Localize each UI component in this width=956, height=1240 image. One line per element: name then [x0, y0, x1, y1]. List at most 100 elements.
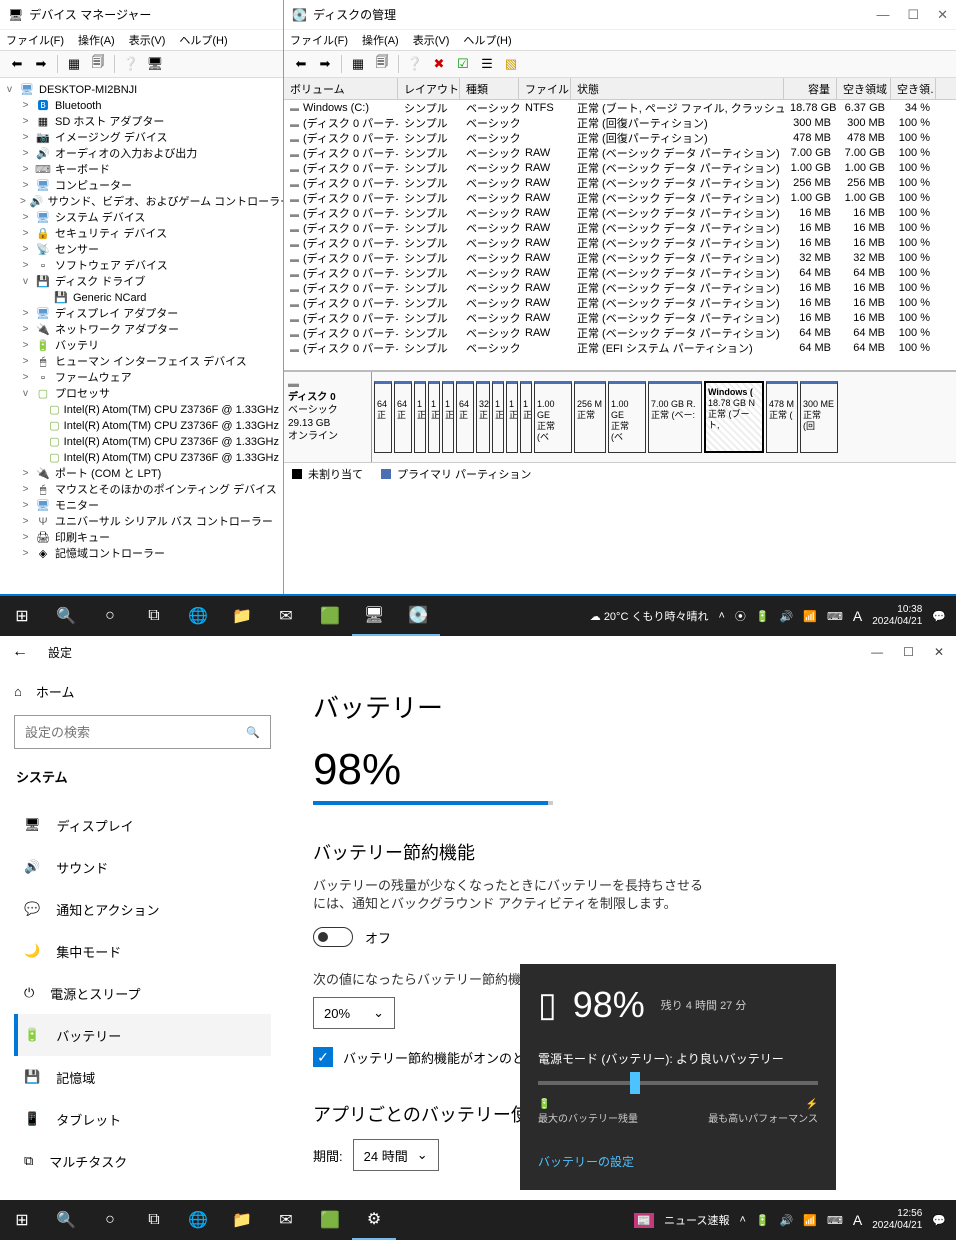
- tree-node[interactable]: >🖥ディスプレイ アダプター: [2, 306, 281, 322]
- close-button[interactable]: ✕: [934, 645, 944, 659]
- volume-row[interactable]: (ディスク 0 パーティショ…シンプルベーシック正常 (回復パーティション)47…: [284, 130, 956, 145]
- tree-node[interactable]: v▢プロセッサ: [2, 386, 281, 402]
- help-icon[interactable]: ❔: [404, 53, 426, 75]
- tree-node[interactable]: v💾ディスク ドライブ: [2, 274, 281, 290]
- tree-node[interactable]: >🖨印刷キュー: [2, 530, 281, 546]
- partition-box[interactable]: 1正: [492, 381, 504, 453]
- volume-row[interactable]: (ディスク 0 パーティショ…シンプルベーシックRAW正常 (ベーシック データ…: [284, 250, 956, 265]
- partition-box[interactable]: 7.00 GB R.正常 (ベー:: [648, 381, 702, 453]
- search-icon[interactable]: 🔍: [44, 1200, 88, 1240]
- clock[interactable]: 12:562024/04/21: [872, 1208, 922, 1232]
- maximize-button[interactable]: ☐: [903, 645, 914, 659]
- refresh-icon[interactable]: 🗐: [87, 53, 109, 75]
- forward-icon[interactable]: ➡: [30, 53, 52, 75]
- tree-node[interactable]: >⌨キーボード: [2, 162, 281, 178]
- volume-icon[interactable]: 🔊: [780, 610, 794, 623]
- nav-item[interactable]: 🔊サウンド: [14, 846, 271, 888]
- column-header[interactable]: 状態: [571, 78, 784, 99]
- tree-node[interactable]: >🔒セキュリティ デバイス: [2, 226, 281, 242]
- tree-node[interactable]: >Ψユニバーサル シリアル バス コントローラー: [2, 514, 281, 530]
- mail-icon[interactable]: ✉: [264, 596, 308, 636]
- menu-item[interactable]: ファイル(F): [290, 32, 348, 48]
- edge-icon[interactable]: 🌐: [176, 1200, 220, 1240]
- tree-root[interactable]: v🖥 DESKTOP-MI2BNJI: [2, 82, 281, 98]
- tree-node[interactable]: >🔊サウンド、ビデオ、およびゲーム コントローラー: [2, 194, 281, 210]
- volume-row[interactable]: (ディスク 0 パーティショ…シンプルベーシックRAW正常 (ベーシック データ…: [284, 220, 956, 235]
- list-icon[interactable]: ☰: [476, 53, 498, 75]
- nav-item[interactable]: 🖥ディスプレイ: [14, 804, 271, 846]
- app-icon[interactable]: 🟩: [308, 596, 352, 636]
- tree-node[interactable]: 💾Generic NCard: [2, 290, 281, 306]
- volume-row[interactable]: (ディスク 0 パーティショ…シンプルベーシックRAW正常 (ベーシック データ…: [284, 325, 956, 340]
- partition-box[interactable]: 64正: [394, 381, 412, 453]
- volume-row[interactable]: (ディスク 0 パーティショ…シンプルベーシックRAW正常 (ベーシック データ…: [284, 310, 956, 325]
- minimize-button[interactable]: —: [876, 7, 889, 23]
- forward-icon[interactable]: ➡: [314, 53, 336, 75]
- partition-box[interactable]: 300 ME正常 (回: [800, 381, 838, 453]
- tree-node[interactable]: >🔊オーディオの入力および出力: [2, 146, 281, 162]
- volume-row[interactable]: (ディスク 0 パーティショ…シンプルベーシックRAW正常 (ベーシック データ…: [284, 265, 956, 280]
- devmgr-task-icon[interactable]: 🖥: [352, 596, 396, 636]
- tree-node[interactable]: ▢Intel(R) Atom(TM) CPU Z3736F @ 1.33GHz: [2, 418, 281, 434]
- show-hidden-icon[interactable]: ▦: [63, 53, 85, 75]
- keyboard-icon[interactable]: ⌨: [827, 1214, 843, 1227]
- tree-node[interactable]: >🅱Bluetooth: [2, 98, 281, 114]
- search-icon[interactable]: 🔍: [44, 596, 88, 636]
- tree-node[interactable]: >▦SD ホスト アダプター: [2, 114, 281, 130]
- menu-item[interactable]: 表示(V): [129, 32, 166, 48]
- partition-box[interactable]: 1正: [506, 381, 518, 453]
- partition-box[interactable]: 1.00 GE正常 (ベ: [608, 381, 646, 453]
- volume-row[interactable]: (ディスク 0 パーティショ…シンプルベーシックRAW正常 (ベーシック データ…: [284, 280, 956, 295]
- maximize-button[interactable]: ☐: [907, 7, 919, 23]
- cortana-icon[interactable]: ○: [88, 596, 132, 636]
- volume-icon[interactable]: 🔊: [780, 1214, 794, 1227]
- column-header[interactable]: レイアウト: [398, 78, 460, 99]
- scan-icon[interactable]: 🖥: [144, 53, 166, 75]
- tree-node[interactable]: >🖥コンピューター: [2, 178, 281, 194]
- battery-tray-icon[interactable]: 🔋: [756, 610, 770, 623]
- tree-node[interactable]: >▫ソフトウェア デバイス: [2, 258, 281, 274]
- nav-item[interactable]: 🌙集中モード: [14, 930, 271, 972]
- notifications-icon[interactable]: 💬: [932, 1214, 946, 1227]
- edge-icon[interactable]: 🌐: [176, 596, 220, 636]
- partition-box[interactable]: 1.00 GE正常 (ベ: [534, 381, 572, 453]
- menu-item[interactable]: ヘルプ(H): [179, 32, 227, 48]
- volume-row[interactable]: Windows (C:)シンプルベーシックNTFS正常 (ブート, ページ ファ…: [284, 100, 956, 115]
- column-header[interactable]: 空き領域: [837, 78, 891, 99]
- search-input[interactable]: [25, 725, 246, 740]
- tree-node[interactable]: >🔌ネットワーク アダプター: [2, 322, 281, 338]
- volume-list[interactable]: Windows (C:)シンプルベーシックNTFS正常 (ブート, ページ ファ…: [284, 100, 956, 370]
- taskview-icon[interactable]: ⧉: [132, 596, 176, 636]
- keyboard-icon[interactable]: ⌨: [827, 610, 843, 623]
- battery-settings-link[interactable]: バッテリーの設定: [538, 1153, 818, 1170]
- ime-indicator[interactable]: A: [853, 608, 862, 624]
- partition-box[interactable]: Windows (18.78 GB N正常 (ブート,: [704, 381, 764, 453]
- settings-task-icon[interactable]: ⚙: [352, 1200, 396, 1240]
- tree-node[interactable]: >🖥モニター: [2, 498, 281, 514]
- disk-label[interactable]: ディスク 0 ベーシック 29.13 GB オンライン: [284, 372, 372, 462]
- back-button[interactable]: ←: [12, 643, 28, 661]
- properties-icon[interactable]: ☑: [452, 53, 474, 75]
- grid-icon[interactable]: ▦: [347, 53, 369, 75]
- column-header[interactable]: 容量: [784, 78, 837, 99]
- battery-tray-icon[interactable]: 🔋: [756, 1214, 770, 1227]
- tree-node[interactable]: >🖱ヒューマン インターフェイス デバイス: [2, 354, 281, 370]
- app-icon[interactable]: 🟩: [308, 1200, 352, 1240]
- weather-widget[interactable]: ☁ 20°C くもり時々晴れ: [590, 608, 709, 624]
- volume-row[interactable]: (ディスク 0 パーティショ…シンプルベーシック正常 (回復パーティション)30…: [284, 115, 956, 130]
- volume-row[interactable]: (ディスク 0 パーティショ…シンプルベーシックRAW正常 (ベーシック データ…: [284, 190, 956, 205]
- tree-node[interactable]: >◈記憶域コントローラー: [2, 546, 281, 562]
- refresh-icon[interactable]: 🗐: [371, 53, 393, 75]
- tree-node[interactable]: >🖱マウスとそのほかのポインティング デバイス: [2, 482, 281, 498]
- tree-node[interactable]: >🔌ポート (COM と LPT): [2, 466, 281, 482]
- start-button[interactable]: ⊞: [0, 1200, 44, 1240]
- device-tree[interactable]: v🖥 DESKTOP-MI2BNJI >🅱Bluetooth>▦SD ホスト ア…: [0, 78, 283, 594]
- back-icon[interactable]: ⬅: [290, 53, 312, 75]
- volume-row[interactable]: (ディスク 0 パーティショ…シンプルベーシックRAW正常 (ベーシック データ…: [284, 145, 956, 160]
- partition-box[interactable]: 64正: [456, 381, 474, 453]
- toggle-switch[interactable]: [313, 927, 353, 947]
- period-select[interactable]: 24 時間 ⌄: [353, 1139, 439, 1171]
- tree-node[interactable]: >▫ファームウェア: [2, 370, 281, 386]
- tree-node[interactable]: >📷イメージング デバイス: [2, 130, 281, 146]
- news-widget[interactable]: 📰: [634, 1213, 654, 1228]
